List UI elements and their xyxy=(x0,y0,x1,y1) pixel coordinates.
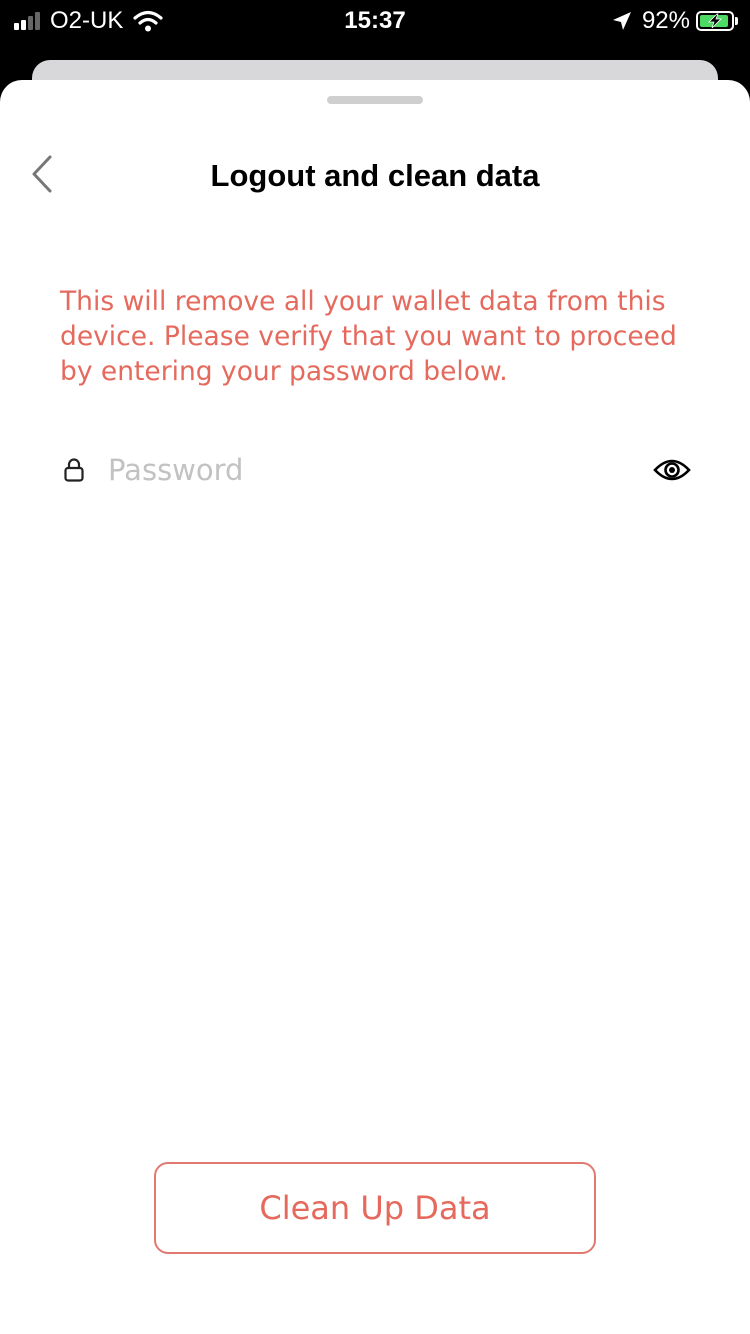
warning-message: This will remove all your wallet data fr… xyxy=(60,286,677,387)
sheet-grabber[interactable] xyxy=(327,96,423,104)
location-arrow-icon xyxy=(612,12,631,30)
charging-bolt-icon xyxy=(708,13,722,29)
eye-icon[interactable] xyxy=(652,454,692,486)
clean-up-data-button[interactable]: Clean Up Data xyxy=(154,1162,596,1254)
page-title: Logout and clean data xyxy=(210,158,540,193)
battery-cap xyxy=(735,17,738,25)
modal-sheet: Logout and clean data This will remove a… xyxy=(0,80,750,1334)
battery-charging-icon xyxy=(696,11,734,31)
battery-percent: 92% xyxy=(641,7,690,34)
lock-icon xyxy=(64,458,84,482)
status-bar: O2-UK 15:37 92% xyxy=(0,0,750,42)
status-bar-right: 92% xyxy=(612,6,738,36)
password-input[interactable] xyxy=(108,448,628,492)
password-field[interactable] xyxy=(60,446,692,494)
